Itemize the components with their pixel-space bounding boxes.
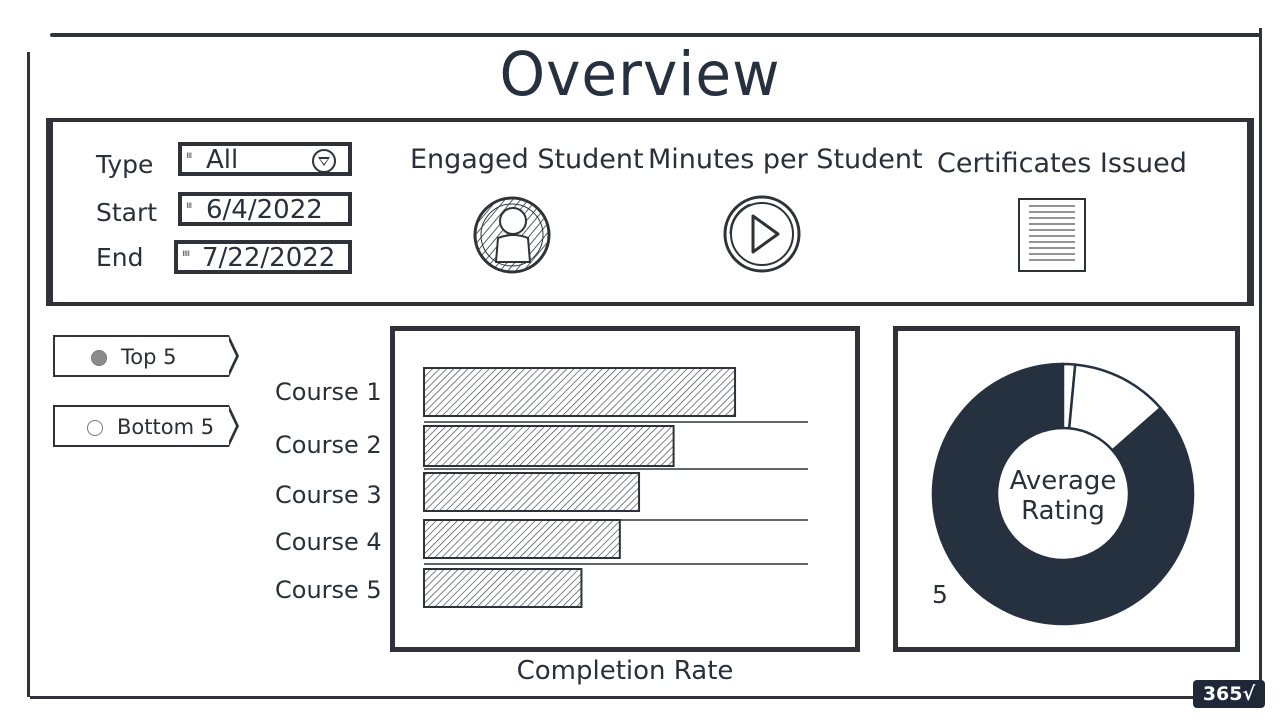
type-label: Type (96, 150, 154, 179)
bar-course-2 (423, 425, 675, 467)
end-label: End (96, 243, 144, 272)
completion-rate-axis-label: Completion Rate (516, 656, 734, 686)
type-dropdown-value: All (206, 145, 239, 175)
bottom-5-toggle[interactable]: Bottom 5 (53, 405, 239, 447)
end-date-value: 7/22/2022 (202, 243, 336, 273)
radio-unselected-icon (87, 420, 103, 436)
frame-border-right (1259, 28, 1262, 683)
frame-border-bottom (30, 696, 1195, 699)
top-5-label: Top 5 (121, 345, 177, 369)
end-date-input[interactable]: ıııı 7/22/2022 (174, 240, 352, 274)
user-icon (473, 196, 551, 274)
hatch-mark: ııı (186, 150, 192, 161)
tab-arrow (227, 405, 239, 447)
start-date-value: 6/4/2022 (206, 195, 323, 225)
dropdown-triangle-icon[interactable] (312, 149, 336, 173)
certificate-document-icon (1018, 198, 1086, 272)
course-label: Course 3 (275, 481, 382, 509)
frame-border-top (50, 33, 1260, 37)
start-label: Start (96, 198, 158, 227)
frame-border-left (27, 52, 30, 697)
bar-course-1 (423, 367, 737, 417)
kpi-minutes-per-student-label: Minutes per Student (648, 144, 923, 175)
top-5-toggle[interactable]: Top 5 (53, 335, 239, 377)
course-label: Course 2 (275, 431, 382, 459)
donut-slice-label: 5 (932, 580, 948, 609)
page-title: Overview (499, 38, 781, 110)
type-dropdown[interactable]: ııı All (178, 142, 352, 176)
course-label: Course 5 (275, 576, 382, 604)
kpi-engaged-student-label: Engaged Student (410, 144, 644, 175)
course-label: Course 4 (275, 528, 382, 556)
course-label: Course 1 (275, 378, 382, 406)
bar-course-3 (423, 472, 641, 512)
bar-course-5 (423, 568, 583, 608)
completion-rate-chart (423, 367, 808, 608)
hatch-mark: ııı (186, 200, 192, 211)
hatch-mark: ıııı (182, 248, 190, 259)
kpi-certificates-issued-label: Certificates Issued (937, 148, 1187, 179)
tab-arrow (227, 335, 239, 377)
play-icon (723, 195, 801, 273)
brand-logo: 365√ (1193, 680, 1265, 708)
bar-course-4 (423, 519, 621, 559)
start-date-input[interactable]: ııı 6/4/2022 (178, 192, 352, 226)
donut-center-label: Average Rating (1009, 466, 1117, 526)
bottom-5-label: Bottom 5 (117, 415, 215, 439)
radio-selected-icon (91, 350, 107, 366)
